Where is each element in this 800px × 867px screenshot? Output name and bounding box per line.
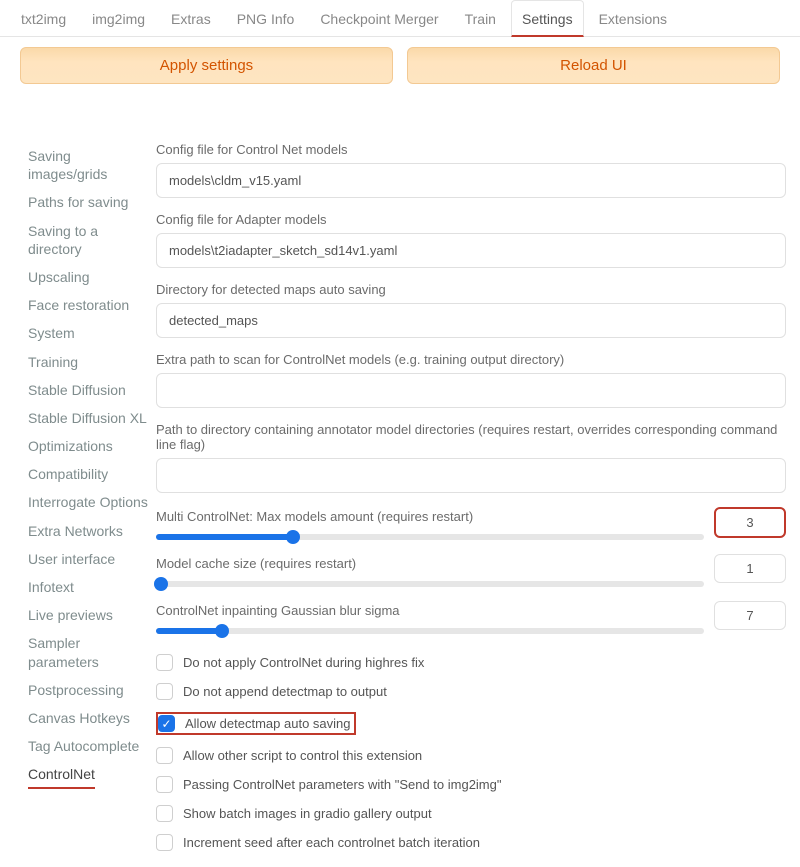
checkbox-label-6: Increment seed after each controlnet bat… — [183, 835, 480, 850]
apply-settings-button[interactable]: Apply settings — [20, 47, 393, 84]
adapter-config-input[interactable] — [156, 233, 786, 268]
sidebar-item-optimizations[interactable]: Optimizations — [28, 432, 150, 460]
sidebar-item-live-previews[interactable]: Live previews — [28, 601, 150, 629]
sidebar-item-infotext[interactable]: Infotext — [28, 573, 150, 601]
sidebar-item-extra-networks[interactable]: Extra Networks — [28, 517, 150, 545]
sidebar-item-system[interactable]: System — [28, 319, 150, 347]
multi-cn-value[interactable]: 3 — [714, 507, 786, 538]
sidebar-item-postprocessing[interactable]: Postprocessing — [28, 676, 150, 704]
annotator-dir-label: Path to directory containing annotator m… — [156, 422, 786, 452]
sidebar-item-user-interface[interactable]: User interface — [28, 545, 150, 573]
tab-train[interactable]: Train — [454, 0, 507, 36]
checkbox-0[interactable] — [156, 654, 173, 671]
annotator-dir-input[interactable] — [156, 458, 786, 493]
sidebar-item-training[interactable]: Training — [28, 348, 150, 376]
sidebar-item-upscaling[interactable]: Upscaling — [28, 263, 150, 291]
checkbox-label-5: Show batch images in gradio gallery outp… — [183, 806, 432, 821]
checkbox-5[interactable] — [156, 805, 173, 822]
action-button-row: Apply settings Reload UI — [0, 37, 800, 90]
checkbox-row-0: Do not apply ControlNet during highres f… — [156, 648, 786, 677]
multi-cn-label: Multi ControlNet: Max models amount (req… — [156, 509, 704, 524]
tab-img2img[interactable]: img2img — [81, 0, 156, 36]
adapter-config-label: Config file for Adapter models — [156, 212, 786, 227]
checkbox-label-2: Allow detectmap auto saving — [185, 716, 350, 731]
checkbox-label-4: Passing ControlNet parameters with "Send… — [183, 777, 501, 792]
extra-path-input[interactable] — [156, 373, 786, 408]
sidebar-item-canvas-hotkeys[interactable]: Canvas Hotkeys — [28, 704, 150, 732]
sidebar-item-stable-diffusion-xl[interactable]: Stable Diffusion XL — [28, 404, 150, 432]
reload-ui-button[interactable]: Reload UI — [407, 47, 780, 84]
cache-size-label: Model cache size (requires restart) — [156, 556, 704, 571]
sidebar-item-paths-for-saving[interactable]: Paths for saving — [28, 188, 150, 216]
gauss-sigma-value[interactable]: 7 — [714, 601, 786, 630]
sidebar-item-stable-diffusion[interactable]: Stable Diffusion — [28, 376, 150, 404]
checkbox-label-3: Allow other script to control this exten… — [183, 748, 422, 763]
cn-config-label: Config file for Control Net models — [156, 142, 786, 157]
tab-settings[interactable]: Settings — [511, 0, 584, 37]
checkbox-row-2: Allow detectmap auto saving — [156, 706, 786, 741]
sidebar-item-controlnet[interactable]: ControlNet — [28, 760, 95, 788]
checkbox-2[interactable] — [158, 715, 175, 732]
sidebar-item-compatibility[interactable]: Compatibility — [28, 460, 150, 488]
multi-cn-slider[interactable] — [156, 534, 704, 540]
sidebar-item-saving-images-grids[interactable]: Saving images/grids — [28, 142, 150, 188]
checkbox-1[interactable] — [156, 683, 173, 700]
settings-main: Config file for Control Net models Confi… — [150, 142, 800, 867]
sidebar-item-sampler-parameters[interactable]: Sampler parameters — [28, 629, 150, 675]
checkbox-label-0: Do not apply ControlNet during highres f… — [183, 655, 424, 670]
tab-png-info[interactable]: PNG Info — [226, 0, 306, 36]
checkbox-4[interactable] — [156, 776, 173, 793]
checkbox-row-4: Passing ControlNet parameters with "Send… — [156, 770, 786, 799]
checkbox-3[interactable] — [156, 747, 173, 764]
cache-size-value[interactable]: 1 — [714, 554, 786, 583]
sidebar-item-interrogate-options[interactable]: Interrogate Options — [28, 488, 150, 516]
gauss-sigma-slider[interactable] — [156, 628, 704, 634]
tab-extras[interactable]: Extras — [160, 0, 222, 36]
gauss-sigma-label: ControlNet inpainting Gaussian blur sigm… — [156, 603, 704, 618]
settings-sidebar: Saving images/gridsPaths for savingSavin… — [0, 142, 150, 867]
tab-extensions[interactable]: Extensions — [588, 0, 678, 36]
tab-txt2img[interactable]: txt2img — [10, 0, 77, 36]
checkbox-6[interactable] — [156, 834, 173, 851]
top-tabs: txt2imgimg2imgExtrasPNG InfoCheckpoint M… — [0, 0, 800, 37]
tab-checkpoint-merger[interactable]: Checkpoint Merger — [309, 0, 449, 36]
checkbox-row-6: Increment seed after each controlnet bat… — [156, 828, 786, 857]
sidebar-item-face-restoration[interactable]: Face restoration — [28, 291, 150, 319]
detected-dir-label: Directory for detected maps auto saving — [156, 282, 786, 297]
cache-size-slider[interactable] — [156, 581, 704, 587]
sidebar-item-saving-to-a-directory[interactable]: Saving to a directory — [28, 217, 150, 263]
extra-path-label: Extra path to scan for ControlNet models… — [156, 352, 786, 367]
checkbox-row-1: Do not append detectmap to output — [156, 677, 786, 706]
checkbox-row-5: Show batch images in gradio gallery outp… — [156, 799, 786, 828]
cn-config-input[interactable] — [156, 163, 786, 198]
checkbox-row-3: Allow other script to control this exten… — [156, 741, 786, 770]
sidebar-item-tag-autocomplete[interactable]: Tag Autocomplete — [28, 732, 150, 760]
detected-dir-input[interactable] — [156, 303, 786, 338]
checkbox-label-1: Do not append detectmap to output — [183, 684, 387, 699]
